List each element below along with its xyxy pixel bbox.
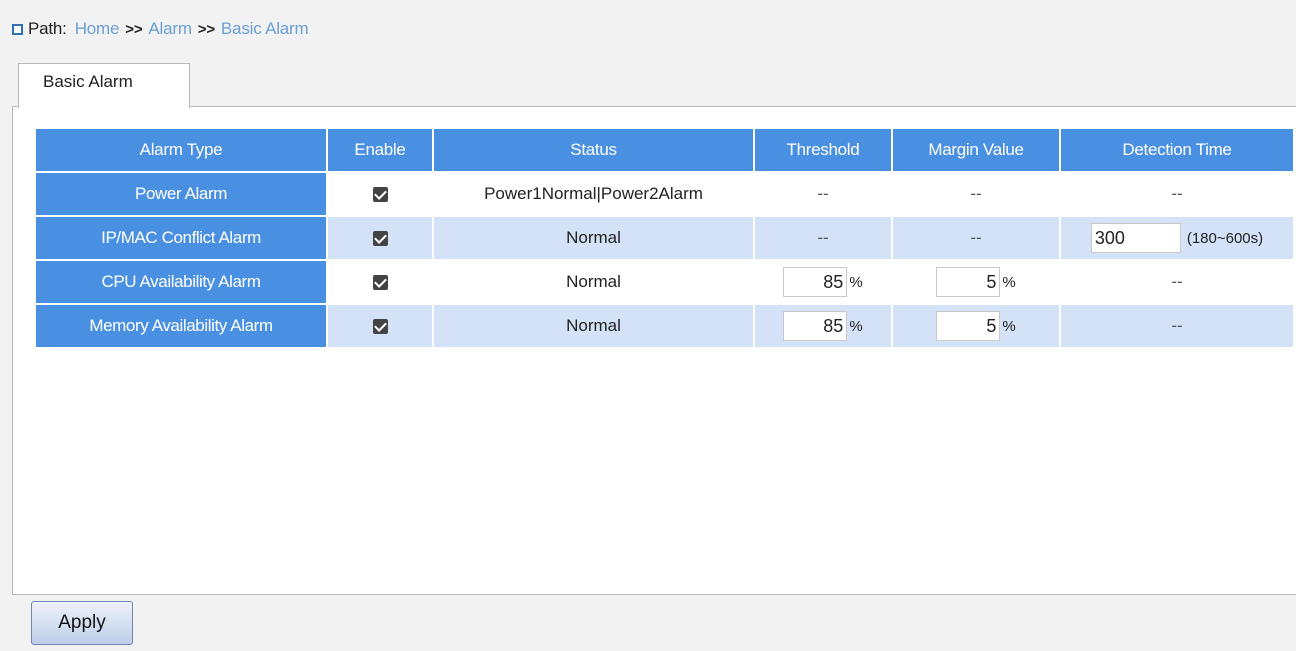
threshold-cell: 85% [755, 305, 891, 347]
detection-cell: -- [1061, 173, 1293, 215]
margin-cell: 5% [893, 305, 1059, 347]
header-threshold: Threshold [755, 129, 891, 171]
header-status: Status [434, 129, 753, 171]
header-margin-value: Margin Value [893, 129, 1059, 171]
square-icon [12, 23, 23, 35]
alarm-type-cell: Power Alarm [36, 173, 326, 215]
percent-unit: % [1002, 273, 1016, 291]
threshold-cell: -- [755, 173, 891, 215]
enable-cell [328, 261, 432, 303]
breadcrumb-label: Path: [28, 19, 67, 38]
percent-unit: % [1002, 317, 1016, 335]
percent-unit: % [849, 273, 863, 291]
status-cell: Power1Normal|Power2Alarm [434, 173, 753, 215]
checkbox-checked-icon[interactable] [372, 231, 388, 247]
enable-cell [328, 305, 432, 347]
threshold-input[interactable]: 85 [783, 267, 848, 297]
checkbox-checked-icon[interactable] [372, 187, 388, 203]
alarm-type-cell: Memory Availability Alarm [36, 305, 326, 347]
header-detection-time: Detection Time [1061, 129, 1293, 171]
threshold-cell: -- [755, 217, 891, 259]
threshold-input[interactable]: 85 [783, 311, 848, 341]
detection-time-input[interactable]: 300 [1090, 223, 1181, 253]
tab-basic-alarm[interactable]: Basic Alarm [18, 63, 190, 108]
breadcrumb-separator: >> [197, 20, 215, 38]
alarm-table: Alarm Type Enable Status Threshold Margi… [34, 127, 1295, 349]
margin-cell: -- [893, 173, 1059, 215]
breadcrumb-home-link[interactable]: Home [75, 19, 120, 39]
alarm-type-cell: IP/MAC Conflict Alarm [36, 217, 326, 259]
checkbox-checked-icon[interactable] [372, 275, 388, 291]
breadcrumb-separator: >> [125, 20, 143, 38]
checkbox-checked-icon[interactable] [372, 319, 388, 335]
detection-cell: -- [1061, 305, 1293, 347]
margin-cell: -- [893, 217, 1059, 259]
detection-cell: -- [1061, 261, 1293, 303]
header-alarm-type: Alarm Type [36, 129, 326, 171]
breadcrumb-basic-alarm-link[interactable]: Basic Alarm [221, 19, 309, 39]
detection-range-label: (180~600s) [1186, 229, 1264, 247]
detection-cell: 300 (180~600s) [1061, 217, 1293, 259]
status-cell: Normal [434, 217, 753, 259]
table-header-row: Alarm Type Enable Status Threshold Margi… [36, 129, 1293, 171]
enable-cell [328, 217, 432, 259]
table-row: CPU Availability Alarm Normal 85% 5% -- [36, 261, 1293, 303]
table-row: Memory Availability Alarm Normal 85% 5% … [36, 305, 1293, 347]
percent-unit: % [849, 317, 863, 335]
threshold-cell: 85% [755, 261, 891, 303]
enable-cell [328, 173, 432, 215]
table-row: IP/MAC Conflict Alarm Normal -- -- 300 (1… [36, 217, 1293, 259]
margin-value-input[interactable]: 5 [936, 311, 1001, 341]
margin-cell: 5% [893, 261, 1059, 303]
table-row: Power Alarm Power1Normal|Power2Alarm -- … [36, 173, 1293, 215]
tab-label: Basic Alarm [43, 72, 133, 91]
breadcrumb-alarm-link[interactable]: Alarm [148, 19, 192, 39]
header-enable: Enable [328, 129, 432, 171]
breadcrumb: Path: Home >> Alarm >> Basic Alarm [12, 19, 309, 39]
alarm-type-cell: CPU Availability Alarm [36, 261, 326, 303]
margin-value-input[interactable]: 5 [936, 267, 1001, 297]
status-cell: Normal [434, 261, 753, 303]
status-cell: Normal [434, 305, 753, 347]
apply-button[interactable]: Apply [31, 601, 133, 645]
